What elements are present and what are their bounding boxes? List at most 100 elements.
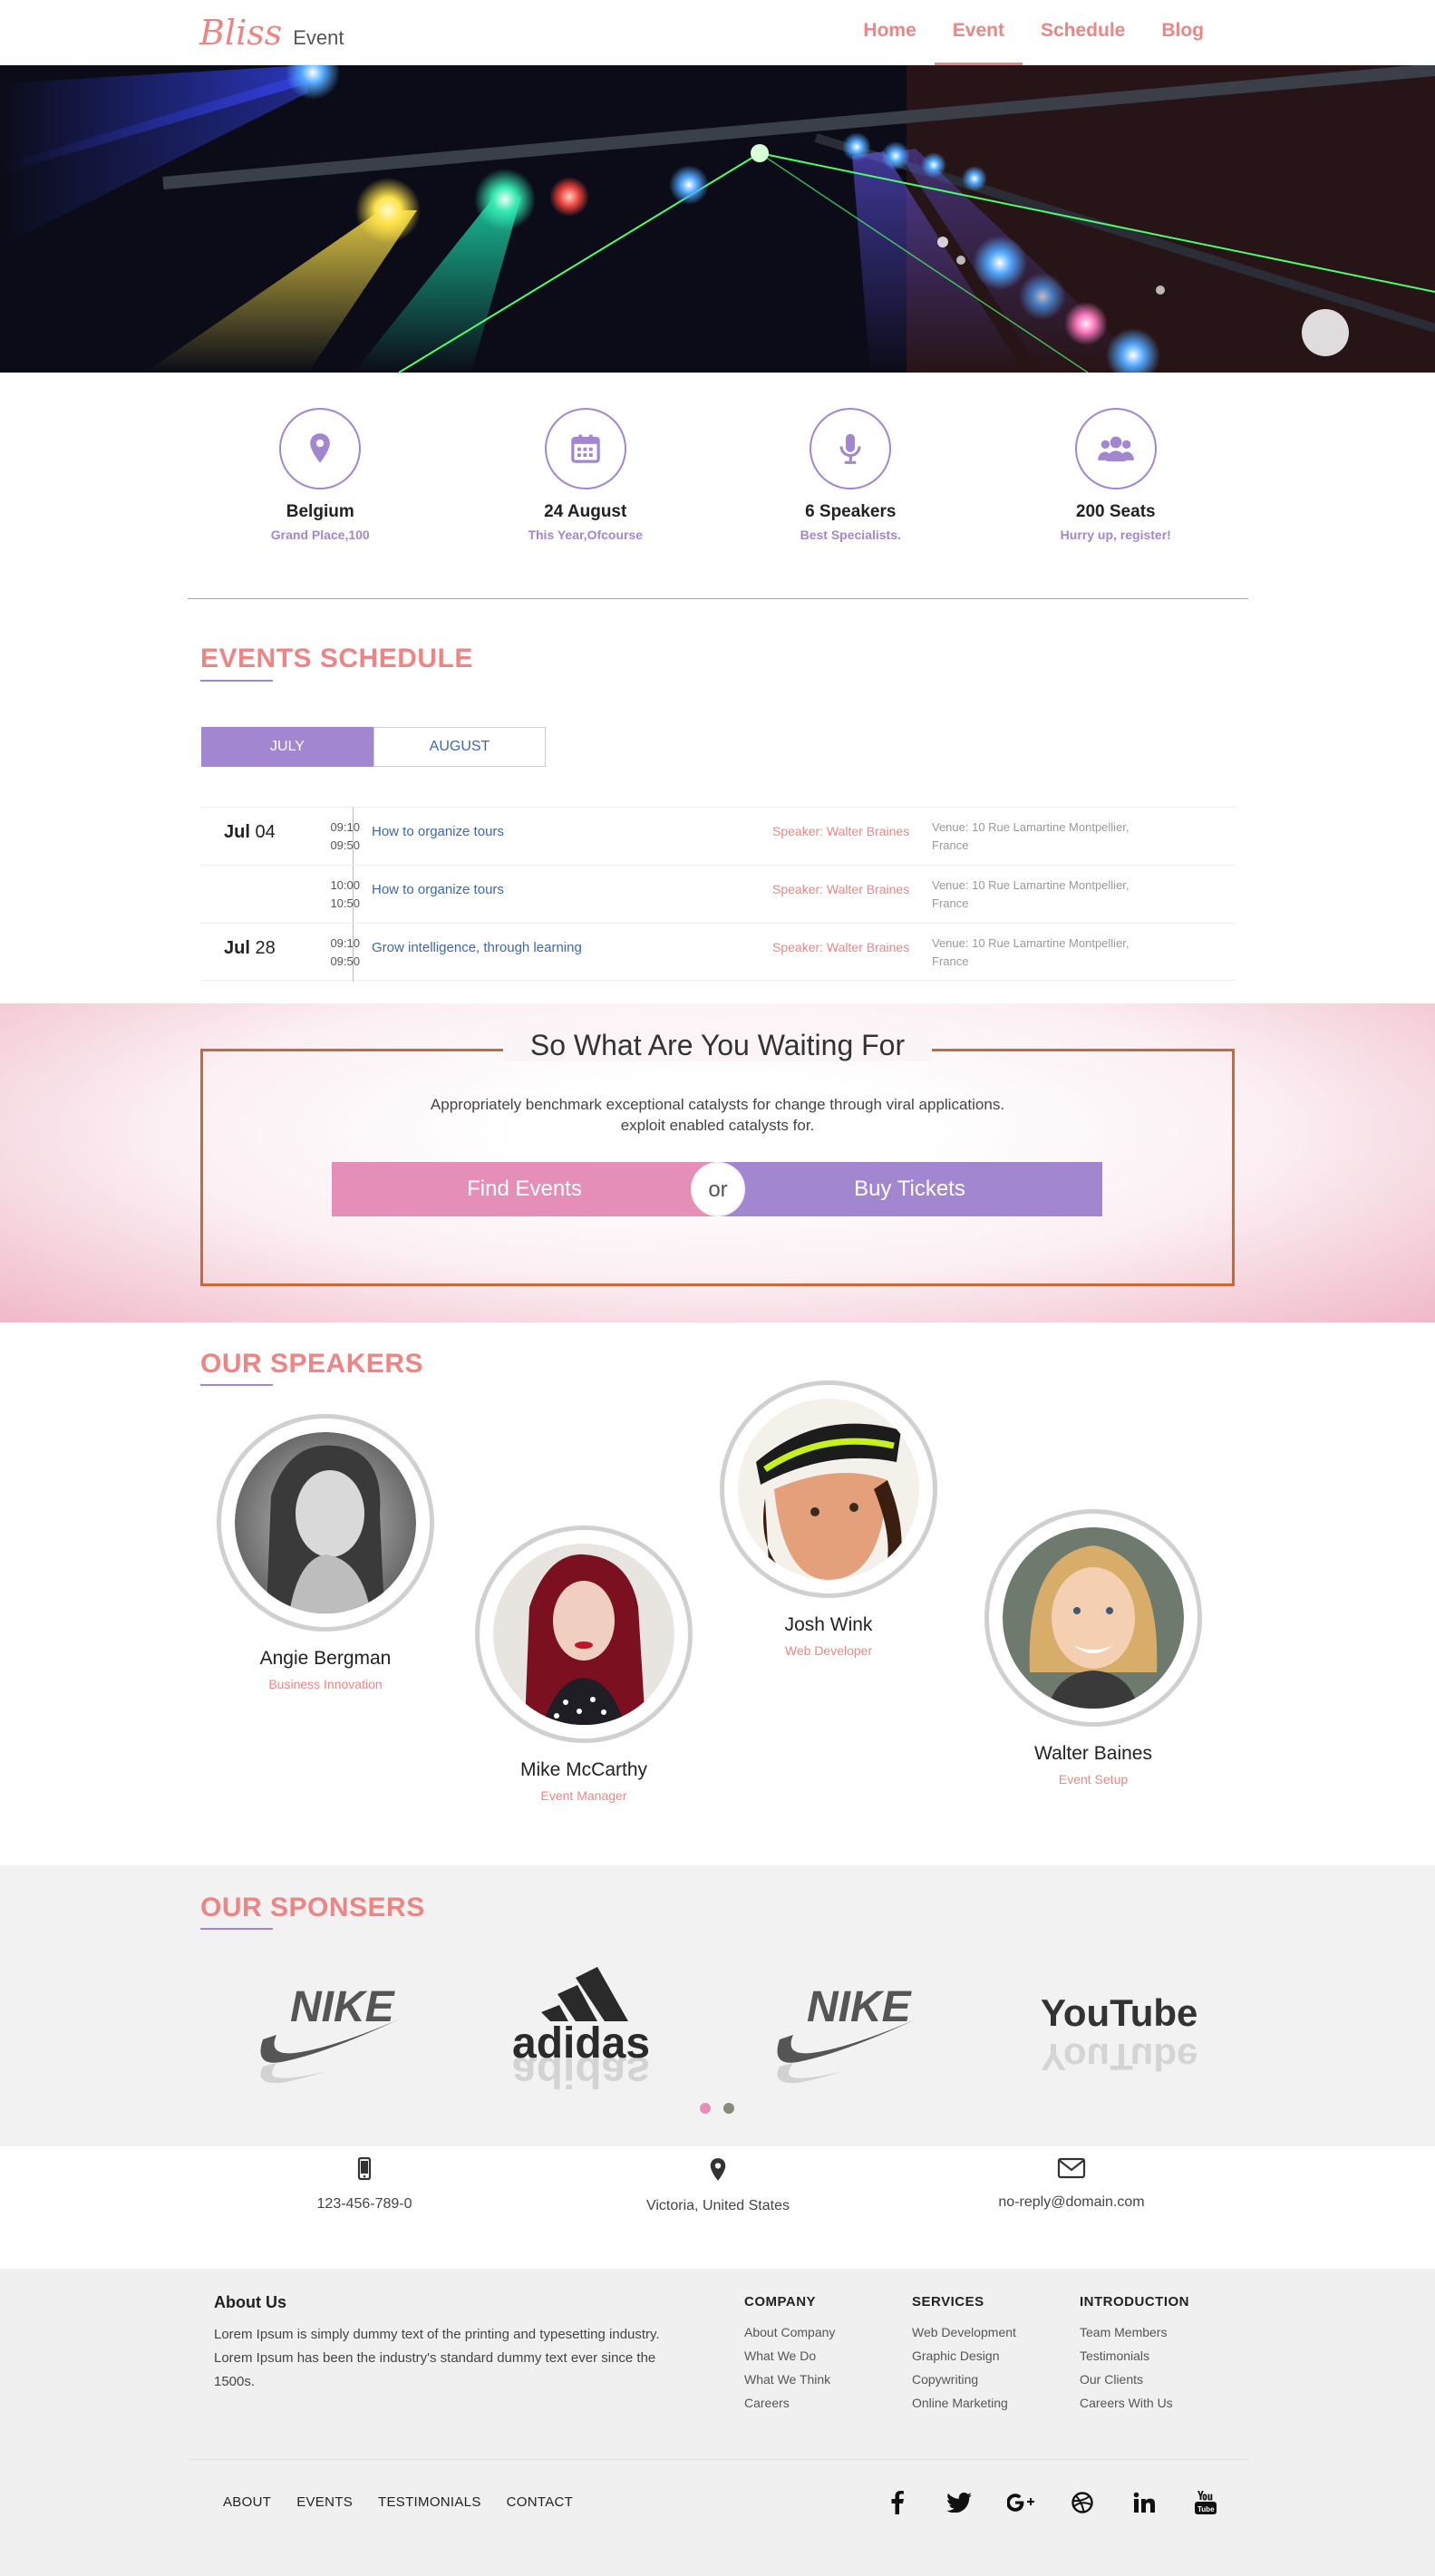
envelope-icon (1057, 2157, 1086, 2179)
footer-link[interactable]: Careers With Us (1080, 2391, 1189, 2415)
info-speakers: 6 Speakers Best Specialists. (718, 408, 984, 598)
cta-section: So What Are You Waiting For Appropriatel… (0, 1003, 1435, 1322)
footer-link[interactable]: Online Marketing (912, 2391, 1016, 2415)
sponsor-logo-nike[interactable]: NIKE (771, 1976, 952, 2094)
speaker-photo-frame (720, 1380, 937, 1598)
footer-column-heading: SERVICES (912, 2294, 984, 2310)
session-venue: Venue: 10 Rue Lamartine Montpellier, Fra… (932, 936, 1130, 968)
speaker-role: Business Innovation (268, 1677, 383, 1691)
find-events-button[interactable]: Find Events (332, 1162, 717, 1216)
buy-tickets-button[interactable]: Buy Tickets (717, 1162, 1102, 1216)
footer-nav-testimonials[interactable]: TESTIMONIALS (378, 2494, 481, 2510)
footer-nav-contact[interactable]: CONTACT (507, 2494, 573, 2510)
footer-link[interactable]: Testimonials (1080, 2344, 1189, 2368)
session-title-link[interactable]: How to organize tours (372, 882, 504, 897)
info-title: Belgium (286, 502, 354, 521)
tab-august[interactable]: AUGUST (373, 727, 546, 767)
main-nav: Home Event Schedule Blog (845, 0, 1222, 65)
footer-link[interactable]: Careers (744, 2391, 835, 2415)
or-badge: or (691, 1162, 745, 1216)
footer-link[interactable]: Our Clients (1080, 2368, 1189, 2391)
youtube-icon[interactable]: Tube (1192, 2489, 1219, 2516)
adidas-logo: adidas adidas (512, 1967, 650, 2096)
month-tabs: JULY AUGUST (201, 727, 546, 767)
sponsor-logo-youtube[interactable]: YouTube YouTube (1033, 1980, 1215, 2098)
svg-text:YouTube: YouTube (1041, 2036, 1197, 2078)
schedule-date: Jul 28 (224, 938, 276, 959)
speaker-card[interactable]: Josh Wink Web Developer (720, 1380, 937, 1658)
footer-column-heading: INTRODUCTION (1080, 2294, 1189, 2310)
facebook-icon[interactable] (884, 2489, 911, 2516)
footer-column-introduction: INTRODUCTION Team Members Testimonials O… (1080, 2294, 1189, 2415)
nike-logo: NIKE (777, 1983, 916, 2084)
footer-link[interactable]: Team Members (1080, 2320, 1189, 2344)
footer-nav-events[interactable]: EVENTS (296, 2494, 353, 2510)
footer-link[interactable]: What We Do (744, 2344, 835, 2368)
sponsor-logo-adidas[interactable]: adidas adidas (503, 1967, 684, 2096)
site-logo[interactable]: Bliss Event (199, 13, 344, 53)
location-text: Victoria, United States (645, 2198, 790, 2213)
session-speaker: Speaker: Walter Braines (772, 824, 910, 838)
speaker-photo-frame (217, 1414, 434, 1632)
footer-column-heading: COMPANY (744, 2294, 817, 2310)
speakers-heading: OUR SPEAKERS (200, 1349, 424, 1379)
sponsors-heading: OUR SPONSERS (200, 1893, 425, 1922)
phone-number: 123-456-789-0 (316, 2196, 412, 2212)
info-subtitle: Grand Place,100 (270, 528, 370, 542)
social-links: Tube (884, 2489, 1219, 2516)
info-seats: 200 Seats Hurry up, register! (984, 408, 1249, 598)
footer-link[interactable]: Web Development (912, 2320, 1016, 2344)
date-day: 28 (255, 938, 276, 958)
map-pin-icon (279, 408, 362, 489)
nav-event[interactable]: Event (934, 0, 1023, 65)
date-month: Jul (224, 938, 250, 958)
info-subtitle: Hurry up, register! (1060, 528, 1171, 542)
footer-link[interactable]: What We Think (744, 2368, 835, 2391)
footer-link[interactable]: Graphic Design (912, 2344, 1016, 2368)
heading-underline (200, 1384, 273, 1386)
nav-blog[interactable]: Blog (1143, 0, 1222, 65)
speaker-card[interactable]: Walter Baines Event Setup (984, 1509, 1202, 1787)
time-divider (353, 866, 354, 924)
time-divider (353, 924, 354, 982)
date-month: Jul (224, 822, 250, 842)
session-title-link[interactable]: How to organize tours (372, 824, 504, 839)
contact-location: Victoria, United States (541, 2157, 895, 2239)
nav-home[interactable]: Home (845, 0, 934, 65)
event-info: Belgium Grand Place,100 24 August This Y… (188, 408, 1248, 598)
schedule-date: Jul 04 (224, 822, 276, 843)
info-date: 24 August This Year,Ofcourse (453, 408, 719, 598)
date-day: 04 (255, 822, 276, 842)
phone-icon (357, 2156, 372, 2181)
hero-banner (0, 65, 1435, 373)
speaker-photo (493, 1544, 674, 1725)
users-icon (1074, 408, 1157, 489)
time-divider (353, 808, 354, 866)
dribbble-icon[interactable] (1069, 2489, 1096, 2516)
footer-link[interactable]: About Company (744, 2320, 835, 2344)
site-footer (0, 2269, 1435, 2576)
footer-column-services: SERVICES Web Development Graphic Design … (912, 2294, 1016, 2415)
carousel-dots (700, 2103, 734, 2114)
logo-script: Bliss (199, 13, 283, 53)
google-plus-icon[interactable] (1007, 2489, 1034, 2516)
email-address[interactable]: no-reply@domain.com (895, 2194, 1248, 2211)
logo-word: Event (293, 26, 344, 49)
linkedin-icon[interactable] (1130, 2489, 1158, 2516)
footer-link[interactable]: Copywriting (912, 2368, 1016, 2391)
carousel-dot[interactable] (723, 2103, 734, 2114)
footer-nav-about[interactable]: ABOUT (223, 2494, 271, 2510)
schedule-row: 10:00 10:50 How to organize tours Speaker… (201, 865, 1235, 924)
twitter-icon[interactable] (945, 2489, 973, 2516)
nav-schedule[interactable]: Schedule (1023, 0, 1143, 65)
heading-underline (200, 680, 273, 682)
sponsor-logo-nike[interactable]: NIKE (254, 1976, 435, 2094)
speaker-role: Event Setup (1058, 1772, 1129, 1787)
speaker-card[interactable]: Mike McCarthy Event Manager (475, 1525, 693, 1803)
speaker-card[interactable]: Angie Bergman Business Innovation (217, 1414, 434, 1691)
session-title-link[interactable]: Grow intelligence, through learning (372, 940, 582, 955)
info-subtitle: This Year,Ofcourse (528, 528, 644, 542)
tab-july[interactable]: JULY (201, 727, 373, 767)
carousel-dot-active[interactable] (700, 2103, 711, 2114)
sponsor-wordmark: NIKE (807, 1983, 913, 2031)
